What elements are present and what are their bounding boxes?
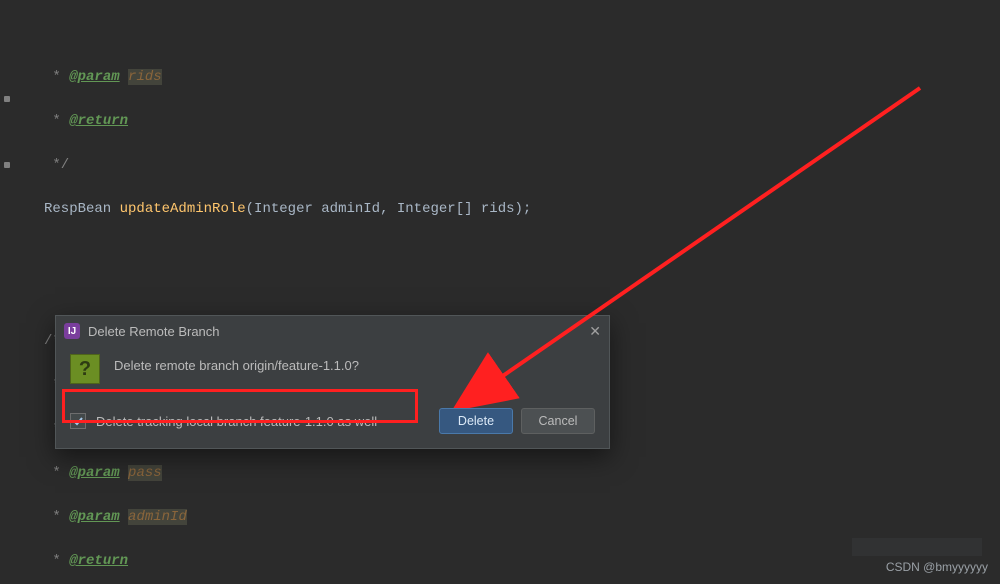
dialog-titlebar[interactable]: IJ Delete Remote Branch ✕ [56, 316, 609, 346]
dialog-footer: Delete tracking local branch feature-1.1… [56, 398, 609, 448]
code-line [44, 242, 1000, 264]
cancel-button[interactable]: Cancel [521, 408, 595, 434]
dialog-title: Delete Remote Branch [88, 324, 220, 339]
dialog-body: ? Delete remote branch origin/feature-1.… [56, 346, 609, 398]
gutter [0, 0, 14, 584]
code-line: * @param adminId [44, 506, 1000, 528]
code-line: RespBean updateAdminRole(Integer adminId… [44, 198, 1000, 220]
code-line: * @param rids [44, 66, 1000, 88]
faded-region [852, 538, 982, 556]
close-icon[interactable]: ✕ [589, 323, 601, 340]
code-line: * @return [44, 110, 1000, 132]
delete-tracking-checkbox[interactable] [70, 413, 86, 429]
delete-button[interactable]: Delete [439, 408, 513, 434]
gutter-mark [4, 162, 10, 168]
question-icon: ? [70, 354, 100, 384]
gutter-mark [4, 96, 10, 102]
code-line: * @param pass [44, 462, 1000, 484]
watermark: CSDN @bmyyyyyy [886, 560, 988, 574]
checkbox-label: Delete tracking local branch feature-1.1… [96, 414, 377, 429]
delete-remote-branch-dialog: IJ Delete Remote Branch ✕ ? Delete remot… [55, 315, 610, 449]
code-line: */ [44, 154, 1000, 176]
intellij-icon: IJ [64, 323, 80, 339]
code-editor: * @param rids * @return */ RespBean upda… [0, 0, 1000, 584]
dialog-message: Delete remote branch origin/feature-1.1.… [114, 354, 359, 373]
code-line [44, 286, 1000, 308]
